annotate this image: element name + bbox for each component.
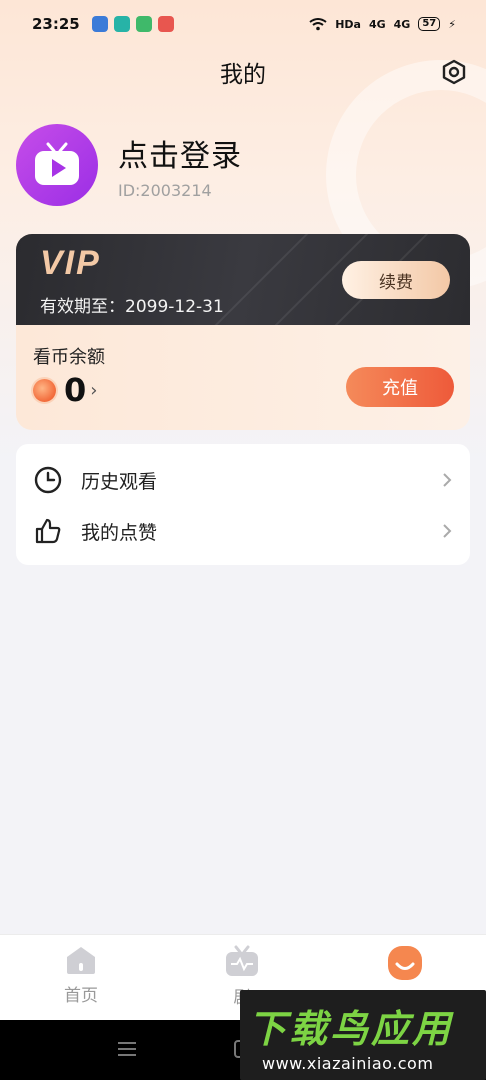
coin-icon — [33, 378, 56, 402]
charging-icon: ⚡ — [448, 17, 456, 31]
status-indicators: HDa 4G 4G 57 ⚡ — [309, 17, 456, 31]
clock-icon — [34, 466, 62, 494]
profile-text: 点击登录 ID:2003214 — [118, 131, 242, 200]
status-bar: 23:25 HDa 4G 4G 57 ⚡ — [0, 0, 486, 48]
watermark-title: 下载鸟应用 — [248, 1007, 454, 1051]
chevron-right-icon — [443, 524, 452, 538]
menu-card: 历史观看 我的点赞 — [16, 444, 470, 565]
avatar[interactable] — [16, 124, 98, 206]
page-header: 我的 — [0, 50, 486, 94]
recent-apps-button[interactable] — [118, 1042, 136, 1060]
menu-item-label: 我的点赞 — [81, 521, 158, 544]
recharge-button[interactable]: 充值 — [346, 367, 454, 407]
status-time: 23:25 — [32, 15, 80, 33]
nav-item-home[interactable]: 首页 — [21, 945, 141, 1006]
vip-card: VIP 有效期至：2099-12-31 续费 看币余额 0 › 充值 — [16, 234, 470, 430]
thumbs-up-icon — [35, 518, 61, 544]
vip-banner: VIP 有效期至：2099-12-31 续费 — [16, 234, 470, 325]
gear-icon — [442, 59, 466, 85]
menu-item-label: 历史观看 — [81, 470, 158, 493]
home-icon — [67, 947, 95, 974]
page-title: 我的 — [220, 62, 266, 88]
app-notification-icon — [91, 16, 108, 32]
network-label: HDa — [335, 17, 361, 31]
battery-level: 57 — [418, 17, 441, 31]
profile-face-icon — [388, 946, 422, 980]
watermark-url: www.xiazainiao.com — [262, 1054, 434, 1073]
coin-value: 0 — [64, 371, 87, 409]
user-id: ID:2003214 — [118, 180, 212, 200]
notification-icons — [91, 16, 174, 32]
profile-section[interactable]: 点击登录 ID:2003214 — [16, 124, 242, 206]
shield-notification-icon — [135, 16, 152, 32]
settings-button[interactable] — [440, 58, 468, 86]
chat-notification-icon — [113, 16, 130, 32]
wifi-icon — [309, 18, 327, 31]
vip-logo: VIP — [40, 244, 101, 282]
music-notification-icon — [157, 16, 174, 32]
tv-logo-icon — [35, 142, 79, 185]
menu-item-history[interactable]: 历史观看 — [16, 455, 470, 505]
nav-item-profile[interactable] — [345, 945, 465, 987]
signal-label-2: 4G — [393, 17, 411, 31]
menu-item-likes[interactable]: 我的点赞 — [16, 506, 470, 556]
signal-label-1: 4G — [368, 17, 386, 31]
chevron-right-icon — [443, 473, 452, 487]
login-link[interactable]: 点击登录 — [118, 131, 242, 175]
renew-button[interactable]: 续费 — [342, 261, 450, 299]
coin-balance[interactable]: 0 › — [33, 371, 97, 409]
vip-expiry: 有效期至：2099-12-31 — [40, 297, 224, 317]
watermark: 下载鸟应用 www.xiazainiao.com — [240, 990, 486, 1080]
coin-balance-label: 看币余额 — [33, 347, 105, 368]
chevron-right-icon: › — [90, 379, 98, 401]
nav-label: 首页 — [64, 986, 98, 1006]
tv-icon — [226, 945, 258, 976]
